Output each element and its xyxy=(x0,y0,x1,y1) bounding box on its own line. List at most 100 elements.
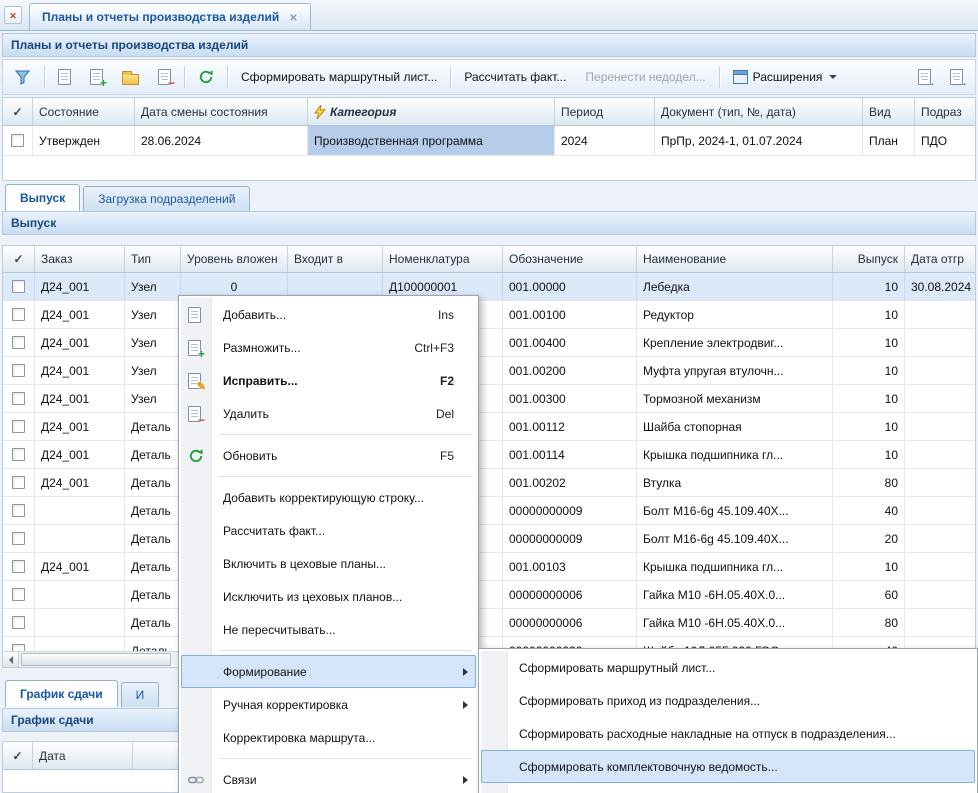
refresh-button[interactable] xyxy=(192,65,220,89)
column-header-output[interactable]: Выпуск xyxy=(833,246,905,272)
column-header-name[interactable]: Наименование xyxy=(637,246,833,272)
close-tab-group-button[interactable] xyxy=(4,6,22,24)
column-header-department[interactable]: Подраз xyxy=(915,98,975,125)
cell-checkbox xyxy=(3,413,35,440)
menu-item-route-correction[interactable]: Корректировка маршрута... xyxy=(181,721,476,754)
table-row[interactable]: Д24_001 Узел 001.00300 Тормозной механиз… xyxy=(3,385,975,413)
menu-item-refresh[interactable]: Обновить F5 xyxy=(181,439,476,472)
submenu-item-route-sheet[interactable]: Сформировать маршрутный лист... xyxy=(481,651,975,684)
window-tab[interactable]: Планы и отчеты производства изделий xyxy=(29,3,311,30)
make-route-sheet-button[interactable]: Сформировать маршрутный лист... xyxy=(235,66,443,88)
row-checkbox[interactable] xyxy=(12,308,25,321)
cell-checkbox xyxy=(3,581,35,608)
duplicate-document-button[interactable] xyxy=(84,65,109,89)
menu-item-formation[interactable]: Формирование xyxy=(181,655,476,688)
table-row[interactable]: Д24_001 Узел 001.00400 Крепление электро… xyxy=(3,329,975,357)
column-header-order[interactable]: Заказ xyxy=(35,246,125,272)
column-header-state[interactable]: Состояние xyxy=(33,98,135,125)
row-checkbox[interactable] xyxy=(12,532,25,545)
import-document-button[interactable] xyxy=(944,65,969,89)
row-checkbox[interactable] xyxy=(12,476,25,489)
cell-name: Лебедка xyxy=(637,273,833,300)
cell-output-qty: 10 xyxy=(833,553,905,580)
column-header-state-date[interactable]: Дата смены состояния xyxy=(135,98,308,125)
lightning-icon xyxy=(314,105,326,119)
check-column-header-icon[interactable] xyxy=(3,246,35,272)
check-column-header-icon[interactable] xyxy=(3,98,33,125)
row-checkbox[interactable] xyxy=(12,420,25,433)
table-row[interactable]: Д24_001 Деталь 001.00114 Крышка подшипни… xyxy=(3,441,975,469)
menu-item-include-shop-plans[interactable]: Включить в цеховые планы... xyxy=(181,547,476,580)
row-checkbox[interactable] xyxy=(12,336,25,349)
row-checkbox[interactable] xyxy=(12,588,25,601)
tab-output[interactable]: Выпуск xyxy=(5,184,80,211)
tab-close-icon[interactable] xyxy=(289,10,297,24)
cell-designation: 001.00202 xyxy=(503,469,637,496)
submenu-item-expense-invoices[interactable]: Сформировать расходные накладные на отпу… xyxy=(481,717,975,750)
cell-type: Деталь xyxy=(125,413,181,440)
menu-item-add[interactable]: Добавить... Ins xyxy=(181,298,476,331)
column-header-label: Период xyxy=(561,105,603,119)
table-row[interactable]: Д24_001 Деталь 001.00202 Втулка 80 xyxy=(3,469,975,497)
row-checkbox[interactable] xyxy=(12,280,25,293)
table-row[interactable]: Утвержден 28.06.2024 Производственная пр… xyxy=(3,126,975,156)
filter-button[interactable] xyxy=(9,66,37,89)
table-row[interactable]: Д24_001 Узел 0 Д100000001 001.00000 Лебе… xyxy=(3,273,975,301)
table-row[interactable]: Деталь 00000000006 Гайка М10 -6Н.05.40Х.… xyxy=(3,609,975,637)
column-header-designation[interactable]: Обозначение xyxy=(503,246,637,272)
row-checkbox[interactable] xyxy=(12,392,25,405)
table-row[interactable]: Деталь 00000000009 Болт М16-6g 45.109.40… xyxy=(3,525,975,553)
menu-item-add-correction-row[interactable]: Добавить корректирующую строку... xyxy=(181,481,476,514)
table-row[interactable]: Д24_001 Узел 001.00100 Редуктор 10 xyxy=(3,301,975,329)
menu-item-label: Формирование xyxy=(223,665,454,679)
cell-order xyxy=(35,525,125,552)
cell-checkbox xyxy=(3,126,33,155)
row-checkbox[interactable] xyxy=(12,616,25,629)
menu-item-manual-correction[interactable]: Ручная корректировка xyxy=(181,688,476,721)
menu-item-duplicate[interactable]: Размножить... Ctrl+F3 xyxy=(181,331,476,364)
menu-item-edit[interactable]: Исправить... F2 xyxy=(181,364,476,397)
check-column-header-icon[interactable] xyxy=(3,742,33,769)
new-document-button[interactable] xyxy=(52,65,77,89)
column-header-date[interactable]: Дата xyxy=(33,742,133,769)
column-header-period[interactable]: Период xyxy=(555,98,655,125)
table-row[interactable]: Деталь 00000000006 Гайка М10 -6Н.05.40Х.… xyxy=(3,581,975,609)
export-document-button[interactable] xyxy=(912,65,937,89)
column-header-type[interactable]: Тип xyxy=(125,246,181,272)
row-checkbox[interactable] xyxy=(12,560,25,573)
scroll-left-button[interactable] xyxy=(3,652,19,667)
table-row[interactable]: Д24_001 Узел 001.00200 Муфта упругая вту… xyxy=(3,357,975,385)
open-folder-button[interactable] xyxy=(116,66,145,89)
menu-item-delete[interactable]: Удалить Del xyxy=(181,397,476,430)
submenu-item-income-from-department[interactable]: Сформировать приход из подразделения... xyxy=(481,684,975,717)
menu-item-no-recalc[interactable]: Не пересчитывать... xyxy=(181,613,476,646)
column-header-level[interactable]: Уровень вложен xyxy=(181,246,288,272)
move-unfinished-button[interactable]: Перенести недодел... xyxy=(579,66,711,88)
table-row[interactable]: Деталь 00000000009 Болт М16-6g 45.109.40… xyxy=(3,497,975,525)
table-row[interactable]: Д24_001 Деталь 001.00103 Крышка подшипни… xyxy=(3,553,975,581)
make-route-sheet-label: Сформировать маршрутный лист... xyxy=(241,70,437,84)
extensions-button[interactable]: Расширения xyxy=(727,66,844,88)
scrollbar-thumb[interactable] xyxy=(21,653,171,666)
delete-document-button[interactable] xyxy=(152,65,177,89)
column-header-parent[interactable]: Входит в xyxy=(288,246,383,272)
column-header-category[interactable]: Категория xyxy=(308,98,555,125)
menu-item-exclude-shop-plans[interactable]: Исключить из цеховых планов... xyxy=(181,580,476,613)
tab-load-departments[interactable]: Загрузка подразделений xyxy=(83,186,250,211)
row-checkbox[interactable] xyxy=(12,448,25,461)
row-checkbox[interactable] xyxy=(11,134,24,147)
calc-fact-button[interactable]: Рассчитать факт... xyxy=(458,66,572,88)
submenu-item-picking-list[interactable]: Сформировать комплектовочную ведомость..… xyxy=(481,750,975,783)
menu-item-calc-fact[interactable]: Рассчитать факт... xyxy=(181,514,476,547)
row-checkbox[interactable] xyxy=(12,364,25,377)
column-header-kind[interactable]: Вид xyxy=(863,98,915,125)
duplicate-document-icon xyxy=(90,69,103,85)
tab-delivery-schedule[interactable]: График сдачи xyxy=(5,680,118,707)
column-header-document[interactable]: Документ (тип, №, дата) xyxy=(655,98,863,125)
tab-second[interactable]: И xyxy=(121,682,160,707)
menu-item-links[interactable]: Связи xyxy=(181,763,476,793)
table-row[interactable]: Д24_001 Деталь 001.00112 Шайба стопорная… xyxy=(3,413,975,441)
column-header-ship-date[interactable]: Дата отгр xyxy=(905,246,975,272)
column-header-nomenclature[interactable]: Номенклатура xyxy=(383,246,503,272)
row-checkbox[interactable] xyxy=(12,504,25,517)
